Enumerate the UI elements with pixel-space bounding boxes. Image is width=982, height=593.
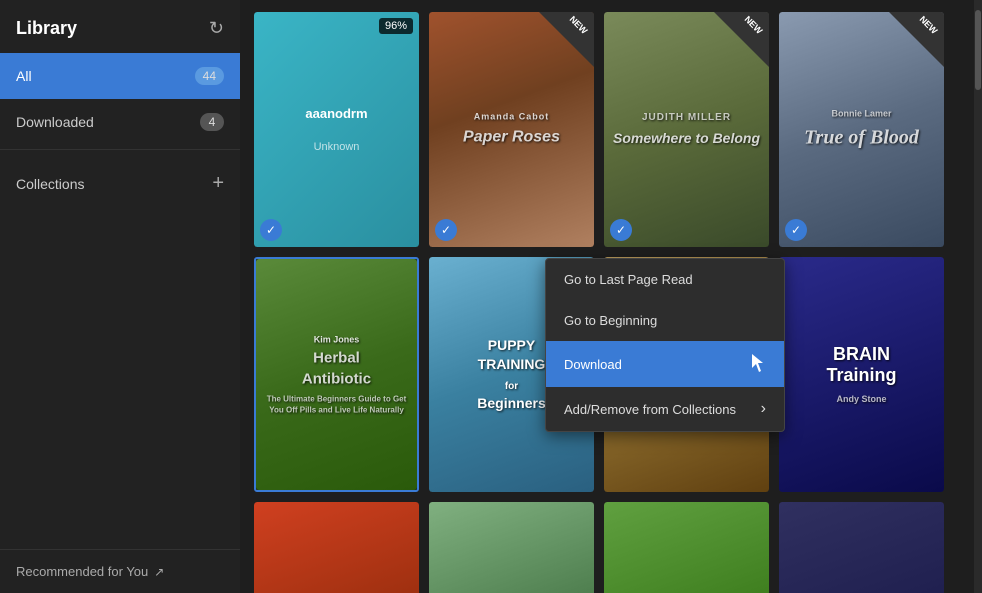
cursor-svg xyxy=(752,354,766,374)
book-cell-4[interactable]: Bonnie Lamer True of Blood NEW ✓ xyxy=(779,12,944,247)
sidebar-header: Library ↻ xyxy=(0,0,240,53)
sidebar-item-all[interactable]: All 44 xyxy=(0,53,240,99)
external-link-icon: ↗ xyxy=(154,565,164,579)
main-content: aaanodrm Unknown 96% ✓ Amanda Cabot Pape… xyxy=(240,0,974,593)
sidebar-downloaded-badge: 4 xyxy=(200,113,224,131)
book-cell-11[interactable]: Survival Pantry Essential Guide xyxy=(604,502,769,593)
book-cell-2[interactable]: Amanda Cabot Paper Roses NEW ✓ xyxy=(429,12,594,247)
ctx-download[interactable]: Download xyxy=(546,341,784,387)
book-cell-12[interactable]: Photography Lighting xyxy=(779,502,944,593)
new-badge-text-3: NEW xyxy=(743,14,765,36)
book-8-author: Andy Stone xyxy=(787,393,936,406)
book-cell-1[interactable]: aaanodrm Unknown 96% ✓ xyxy=(254,12,419,247)
book-3-title-text: Somewhere to Belong xyxy=(612,129,761,149)
sidebar-title: Library xyxy=(16,18,77,39)
book-cover-12: Photography Lighting xyxy=(779,502,944,593)
book-3-title: JUDITH MILLER Somewhere to Belong xyxy=(612,111,761,149)
sidebar-item-downloaded-label: Downloaded xyxy=(16,114,94,130)
sidebar-item-downloaded[interactable]: Downloaded 4 xyxy=(0,99,240,145)
scrollbar-thumb[interactable] xyxy=(975,10,981,90)
check-icon-1: ✓ xyxy=(266,223,276,237)
scrollbar[interactable] xyxy=(974,0,982,593)
book-cover-1: aaanodrm Unknown xyxy=(254,12,419,247)
book-1-title: aaanodrm xyxy=(305,106,367,121)
book-4-check: ✓ xyxy=(785,219,807,241)
ctx-goto-last-page[interactable]: Go to Last Page Read xyxy=(546,259,784,300)
book-8-title: BRAINTraining Andy Stone xyxy=(787,344,936,406)
sidebar-collections-section: Collections + xyxy=(0,154,240,213)
collections-label: Collections xyxy=(16,176,84,192)
book-cover-9: Digital Photography xyxy=(254,502,419,593)
sidebar-all-badge: 44 xyxy=(195,67,224,85)
book-cell-10[interactable]: Sophie Miller Make Your Life Way Easier xyxy=(429,502,594,593)
book-2-author: Amanda Cabot xyxy=(437,110,586,123)
refresh-icon[interactable]: ↻ xyxy=(209,18,224,39)
book-4-author: Bonnie Lamer xyxy=(787,107,936,120)
book-1-progress: 96% xyxy=(379,18,413,34)
new-badge-text-2: NEW xyxy=(568,14,590,36)
context-menu: Go to Last Page Read Go to Beginning Dow… xyxy=(545,258,785,432)
sidebar: Library ↻ All 44 Downloaded 4 Collection… xyxy=(0,0,240,593)
book-5-author: Kim Jones xyxy=(264,333,409,346)
check-icon-3: ✓ xyxy=(616,223,626,237)
ctx-arrow-icon: › xyxy=(761,400,766,418)
book-5-desc: The Ultimate Beginners Guide to Get You … xyxy=(264,394,409,416)
new-badge-text-4: NEW xyxy=(918,14,940,36)
sidebar-item-all-label: All xyxy=(16,68,32,84)
check-icon-2: ✓ xyxy=(441,223,451,237)
book-cell-5[interactable]: Kim Jones HerbalAntibiotic The Ultimate … xyxy=(254,257,419,492)
check-icon-4: ✓ xyxy=(791,223,801,237)
book-4-title: Bonnie Lamer True of Blood xyxy=(787,107,936,152)
book-cover-2: Amanda Cabot Paper Roses xyxy=(429,12,594,247)
book-5-title-text: HerbalAntibiotic xyxy=(264,348,409,390)
book-cover-5: Kim Jones HerbalAntibiotic The Ultimate … xyxy=(256,259,417,490)
book-cover-11: Survival Pantry Essential Guide xyxy=(604,502,769,593)
book-1-check: ✓ xyxy=(260,219,282,241)
book-cell-8[interactable]: BRAINTraining Andy Stone xyxy=(779,257,944,492)
book-cover-8: BRAINTraining Andy Stone xyxy=(779,257,944,492)
recommended-link[interactable]: Recommended for You ↗ xyxy=(16,564,224,579)
book-2-check: ✓ xyxy=(435,219,457,241)
sidebar-divider-1 xyxy=(0,149,240,150)
book-4-title-text: True of Blood xyxy=(787,124,936,152)
book-cover-4: Bonnie Lamer True of Blood xyxy=(779,12,944,247)
book-3-check: ✓ xyxy=(610,219,632,241)
book-8-title-text: BRAINTraining xyxy=(787,344,936,387)
ctx-goto-last-page-label: Go to Last Page Read xyxy=(564,272,693,287)
book-5-title: Kim Jones HerbalAntibiotic The Ultimate … xyxy=(264,333,409,416)
ctx-add-remove-label: Add/Remove from Collections xyxy=(564,402,736,417)
book-2-title: Amanda Cabot Paper Roses xyxy=(437,110,586,149)
cursor-icon xyxy=(752,354,766,374)
book-cell-9[interactable]: Digital Photography xyxy=(254,502,419,593)
ctx-goto-beginning-label: Go to Beginning xyxy=(564,313,657,328)
book-cover-3: JUDITH MILLER Somewhere to Belong xyxy=(604,12,769,247)
ctx-download-label: Download xyxy=(564,357,622,372)
book-3-author-label: JUDITH MILLER xyxy=(612,111,761,125)
book-cover-10: Sophie Miller Make Your Life Way Easier xyxy=(429,502,594,593)
book-2-title-text: Paper Roses xyxy=(437,127,586,149)
add-collection-icon[interactable]: + xyxy=(212,172,224,195)
ctx-add-remove-collections[interactable]: Add/Remove from Collections › xyxy=(546,387,784,431)
recommended-label: Recommended for You xyxy=(16,564,148,579)
book-1-subtitle: Unknown xyxy=(314,141,360,153)
sidebar-bottom: Recommended for You ↗ xyxy=(0,549,240,593)
ctx-goto-beginning[interactable]: Go to Beginning xyxy=(546,300,784,341)
book-cell-3[interactable]: JUDITH MILLER Somewhere to Belong NEW ✓ xyxy=(604,12,769,247)
